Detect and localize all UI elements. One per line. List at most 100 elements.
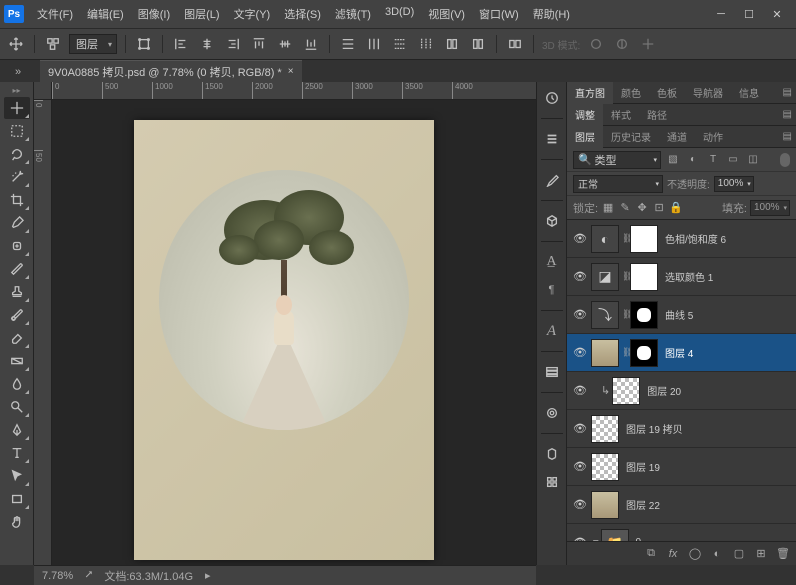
distribute-vcenter-icon[interactable] <box>364 34 384 54</box>
layer-fx-icon[interactable]: fx <box>666 547 680 561</box>
mask-link-icon[interactable]: ⛓ <box>622 309 630 320</box>
layer-thumbnail[interactable] <box>591 415 619 443</box>
layer-mask-icon[interactable]: ◯ <box>688 547 702 561</box>
delete-layer-icon[interactable]: 🗑 <box>776 547 790 561</box>
menu-select[interactable]: 选择(S) <box>277 2 328 26</box>
lock-artboard-icon[interactable]: ⊡ <box>652 201 666 215</box>
healing-tool[interactable] <box>4 235 30 257</box>
layer-row[interactable]: 👁 图层 22 <box>567 486 796 524</box>
hand-tool[interactable] <box>4 511 30 533</box>
layer-row[interactable]: 👁⛓图层 4 <box>567 334 796 372</box>
visibility-toggle-icon[interactable]: 👁 <box>571 496 589 514</box>
mask-link-icon[interactable]: ⛓ <box>622 271 630 282</box>
status-caret-icon[interactable]: ▸ <box>205 569 211 582</box>
crop-tool[interactable] <box>4 189 30 211</box>
layer-name[interactable]: 图层 4 <box>665 345 693 360</box>
tab-info[interactable]: 信息 <box>731 82 767 104</box>
visibility-toggle-icon[interactable]: 👁 <box>571 268 589 286</box>
visibility-toggle-icon[interactable]: 👁 <box>571 382 589 400</box>
toolbox-grip-icon[interactable]: ▸▸ <box>12 86 20 95</box>
tab-styles[interactable]: 样式 <box>603 104 639 126</box>
layer-row[interactable]: 👁▾0 <box>567 524 796 541</box>
opacity-input[interactable]: 100% <box>714 176 754 192</box>
lock-position-icon[interactable]: ✥ <box>635 201 649 215</box>
layer-row[interactable]: 👁◐⛓色相/饱和度 6 <box>567 220 796 258</box>
dock-paragraph-icon[interactable]: ¶ <box>542 280 562 300</box>
pen-tool[interactable] <box>4 419 30 441</box>
menu-edit[interactable]: 编辑(E) <box>80 2 131 26</box>
menu-type[interactable]: 文字(Y) <box>227 2 278 26</box>
dodge-tool[interactable] <box>4 396 30 418</box>
link-layers-icon[interactable]: ⧉ <box>644 547 658 561</box>
ruler-origin[interactable] <box>34 82 52 100</box>
tab-layers[interactable]: 图层 <box>567 126 603 148</box>
ruler-horizontal[interactable]: 0 500 1000 1500 2000 2500 3000 3500 4000 <box>52 82 536 100</box>
layer-mask-thumbnail[interactable] <box>630 339 658 367</box>
menu-window[interactable]: 窗口(W) <box>472 2 526 26</box>
eraser-tool[interactable] <box>4 327 30 349</box>
lock-pixels-icon[interactable]: ✎ <box>618 201 632 215</box>
move-tool-icon[interactable] <box>6 34 26 54</box>
document-canvas[interactable] <box>134 120 434 560</box>
dock-swatches-icon[interactable] <box>542 444 562 464</box>
tab-paths[interactable]: 路径 <box>639 104 675 126</box>
maximize-button[interactable]: ☐ <box>742 7 756 21</box>
new-group-icon[interactable]: ▢ <box>732 547 746 561</box>
dock-brush-icon[interactable] <box>542 170 562 190</box>
visibility-toggle-icon[interactable]: 👁 <box>571 230 589 248</box>
menu-image[interactable]: 图像(I) <box>131 2 177 26</box>
doc-size[interactable]: 63.3M/1.04G <box>129 571 193 583</box>
layer-row[interactable]: 👁⤵⛓曲线 5 <box>567 296 796 334</box>
layer-name[interactable]: 图层 22 <box>626 497 660 512</box>
auto-align-icon[interactable] <box>505 34 525 54</box>
filter-adjust-icon[interactable]: ◐ <box>685 152 701 168</box>
panel-menu-icon[interactable]: ▤ <box>783 87 792 98</box>
menu-help[interactable]: 帮助(H) <box>526 2 577 26</box>
status-arrow-icon[interactable]: ⭧ <box>85 569 92 582</box>
distribute-hcenter-icon[interactable] <box>442 34 462 54</box>
visibility-toggle-icon[interactable]: 👁 <box>571 534 589 542</box>
menu-view[interactable]: 视图(V) <box>421 2 472 26</box>
layer-thumbnail[interactable]: ⤵ <box>591 301 619 329</box>
layer-mask-thumbnail[interactable] <box>630 225 658 253</box>
rectangle-tool[interactable] <box>4 488 30 510</box>
layer-thumbnail[interactable] <box>612 377 640 405</box>
stamp-tool[interactable] <box>4 281 30 303</box>
type-tool[interactable] <box>4 442 30 464</box>
layer-mask-thumbnail[interactable] <box>630 263 658 291</box>
distribute-left-icon[interactable] <box>416 34 436 54</box>
visibility-toggle-icon[interactable]: 👁 <box>571 420 589 438</box>
visibility-toggle-icon[interactable]: 👁 <box>571 344 589 362</box>
filter-pixel-icon[interactable]: ▧ <box>665 152 681 168</box>
path-select-tool[interactable] <box>4 465 30 487</box>
dock-character-icon[interactable]: A̲ <box>542 252 562 272</box>
brush-tool[interactable] <box>4 258 30 280</box>
visibility-toggle-icon[interactable]: 👁 <box>571 306 589 324</box>
align-right-icon[interactable] <box>223 34 243 54</box>
filter-toggle-icon[interactable] <box>780 153 790 167</box>
align-center-h-icon[interactable] <box>197 34 217 54</box>
history-brush-tool[interactable] <box>4 304 30 326</box>
zoom-level[interactable]: 7.78% <box>42 570 73 582</box>
blend-mode-dropdown[interactable]: 正常 <box>573 175 663 193</box>
distribute-right-icon[interactable] <box>468 34 488 54</box>
marquee-tool[interactable] <box>4 120 30 142</box>
filter-smart-icon[interactable]: ◫ <box>745 152 761 168</box>
blur-tool[interactable] <box>4 373 30 395</box>
panel-menu-icon[interactable]: ▤ <box>783 109 792 120</box>
move-tool[interactable] <box>4 97 30 119</box>
lock-all-icon[interactable]: 🔒 <box>669 201 683 215</box>
menu-file[interactable]: 文件(F) <box>30 2 80 26</box>
auto-select-icon[interactable] <box>43 34 63 54</box>
menu-3d[interactable]: 3D(D) <box>378 2 421 26</box>
dock-color-icon[interactable] <box>542 472 562 492</box>
dock-layers-icon[interactable] <box>542 362 562 382</box>
adjustment-layer-icon[interactable]: ◐ <box>710 547 724 561</box>
tab-actions[interactable]: 动作 <box>695 126 731 148</box>
tab-channels[interactable]: 通道 <box>659 126 695 148</box>
tab-color[interactable]: 颜色 <box>613 82 649 104</box>
layer-row[interactable]: 👁图层 19 <box>567 448 796 486</box>
layer-row[interactable]: 👁◪⛓选取颜色 1 <box>567 258 796 296</box>
layer-thumbnail[interactable] <box>601 529 629 542</box>
tab-adjustments[interactable]: 调整 <box>567 104 603 126</box>
